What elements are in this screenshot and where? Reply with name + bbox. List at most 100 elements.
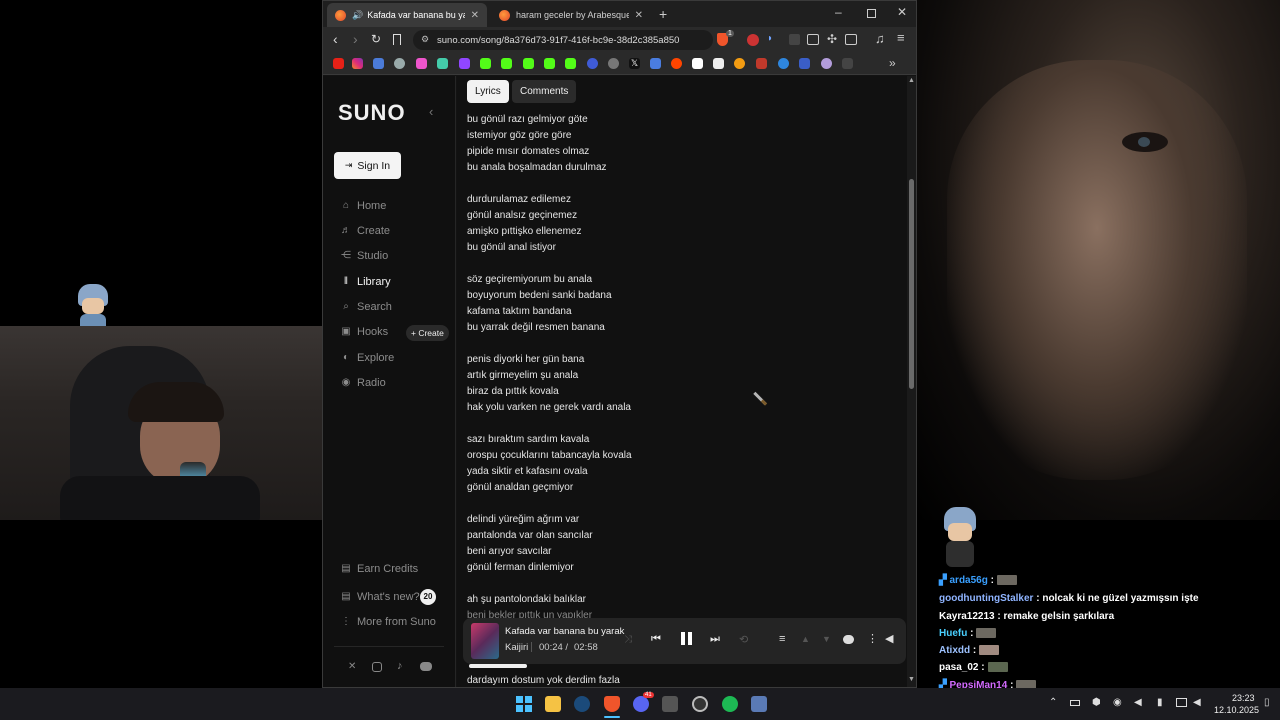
bookmark-icon[interactable]: [821, 58, 832, 69]
kick-bookmark-icon[interactable]: [501, 58, 512, 69]
track-artist[interactable]: Kaijiri: [505, 642, 528, 653]
clock-date[interactable]: 12.10.2025: [1214, 705, 1259, 715]
discord-social-icon[interactable]: [420, 662, 432, 671]
clock-time[interactable]: 23:23: [1232, 693, 1255, 703]
bookmark-icon[interactable]: [437, 58, 448, 69]
sidebar-icon[interactable]: [845, 34, 857, 45]
repeat-icon[interactable]: ⟲: [739, 633, 748, 646]
extensions-puzzle-icon[interactable]: ✣: [827, 32, 837, 46]
bookmark-icon[interactable]: [416, 58, 427, 69]
tray-battery-icon[interactable]: [1070, 700, 1080, 706]
amazon-bookmark-icon[interactable]: [713, 58, 724, 69]
brave-browser-icon[interactable]: [604, 696, 620, 712]
sidebar-item-create[interactable]: ♬ Create: [341, 225, 390, 237]
kick-bookmark-icon[interactable]: [480, 58, 491, 69]
volume-icon[interactable]: ◀: [885, 632, 893, 645]
tray-microphone-icon[interactable]: ▮: [1157, 697, 1163, 708]
whats-new-link[interactable]: ▤ What's new?: [341, 591, 419, 603]
sidebar-item-studio[interactable]: ⋲ Studio: [341, 250, 388, 262]
bookmark-icon[interactable]: [756, 58, 767, 69]
tray-app-icon[interactable]: ⬢: [1092, 697, 1101, 708]
bookmark-icon[interactable]: [373, 58, 384, 69]
twitch-bookmark-icon[interactable]: [459, 58, 470, 69]
scroll-down-icon[interactable]: ▼: [908, 676, 915, 683]
instagram-bookmark-icon[interactable]: [352, 58, 363, 69]
like-icon[interactable]: ▲: [801, 634, 810, 644]
bookmark-icon[interactable]: [608, 58, 619, 69]
shuffle-icon[interactable]: ⤨: [624, 634, 632, 645]
new-tab-icon[interactable]: +: [659, 6, 667, 22]
previous-icon[interactable]: ⏮: [651, 633, 661, 646]
bookmark-icon[interactable]: [650, 58, 661, 69]
album-art[interactable]: [471, 623, 499, 659]
dislike-icon[interactable]: ▼: [822, 634, 831, 644]
kick-bookmark-icon[interactable]: [523, 58, 534, 69]
tray-steam-icon[interactable]: ◉: [1113, 697, 1122, 708]
more-bookmarks-icon[interactable]: »: [889, 56, 896, 70]
url-field[interactable]: ⚙ suno.com/song/8a376d73-91f7-416f-bc9e-…: [413, 30, 713, 50]
comment-icon[interactable]: [843, 635, 854, 644]
pause-icon[interactable]: [681, 632, 693, 645]
menu-icon[interactable]: ≡: [897, 30, 905, 45]
extension-icon[interactable]: [789, 34, 800, 45]
sidebar-item-library[interactable]: ‖ Library: [341, 276, 391, 288]
bookmark-icon[interactable]: [799, 58, 810, 69]
tab-inactive[interactable]: haram geceler by ArabesqueClassica ✕: [491, 3, 651, 27]
bookmark-icon[interactable]: [842, 58, 853, 69]
tray-network-icon[interactable]: [1176, 698, 1187, 707]
sidebar-item-hooks[interactable]: ▣ Hooks: [341, 326, 388, 338]
tiktok-social-icon[interactable]: ♪: [397, 660, 403, 672]
bookmark-icon[interactable]: [587, 58, 598, 69]
more-options-icon[interactable]: ⋮: [867, 632, 878, 645]
audio-extension-icon[interactable]: ◗: [767, 33, 773, 44]
file-explorer-icon[interactable]: [545, 696, 561, 712]
bookmark-icon[interactable]: [565, 58, 576, 69]
close-tab-icon[interactable]: ✕: [465, 10, 479, 21]
suno-logo[interactable]: SUNO: [338, 100, 406, 126]
tab-active[interactable]: 🔊 Kafada var banana bu yarak d ✕: [327, 3, 487, 27]
reddit-bookmark-icon[interactable]: [671, 58, 682, 69]
sidebar-item-explore[interactable]: ◐ Explore: [341, 352, 394, 364]
next-icon[interactable]: ⏭: [710, 633, 720, 646]
discord-icon[interactable]: [633, 696, 649, 712]
maximize-icon[interactable]: [867, 9, 876, 18]
spotify-icon[interactable]: [722, 696, 738, 712]
queue-icon[interactable]: ≡: [779, 633, 785, 645]
sign-in-button[interactable]: ⇥ Sign In: [334, 152, 401, 179]
tray-volume-icon[interactable]: ◀: [1134, 697, 1142, 708]
track-title[interactable]: Kafada var banana bu yarak: [505, 626, 624, 637]
collapse-sidebar-icon[interactable]: ‹: [429, 104, 433, 119]
tab-lyrics[interactable]: Lyrics: [467, 80, 509, 103]
app-icon[interactable]: [662, 696, 678, 712]
sidebar-item-home[interactable]: ⌂ Home: [341, 200, 386, 212]
scrollbar-thumb[interactable]: [909, 179, 914, 389]
media-icon[interactable]: ♫: [875, 31, 885, 46]
bookmark-icon[interactable]: [394, 58, 405, 69]
progress-track[interactable]: [469, 664, 900, 668]
x-bookmark-icon[interactable]: 𝕏: [629, 58, 640, 69]
bookmark-icon[interactable]: [692, 58, 703, 69]
instagram-social-icon[interactable]: [372, 662, 382, 672]
bookmark-icon[interactable]: [778, 58, 789, 69]
earn-credits-link[interactable]: ▤ Earn Credits: [341, 563, 418, 575]
obs-icon[interactable]: [692, 696, 708, 712]
scrollbar[interactable]: ▲ ▼: [907, 76, 916, 687]
tab-comments[interactable]: Comments: [512, 80, 577, 103]
tray-chevron-icon[interactable]: ⌃: [1049, 697, 1057, 708]
start-button-icon[interactable]: [516, 696, 532, 712]
close-tab-icon[interactable]: ✕: [629, 10, 643, 21]
sidebar-item-radio[interactable]: ◉ Radio: [341, 377, 386, 389]
notifications-icon[interactable]: ▯: [1264, 697, 1270, 708]
back-icon[interactable]: ‹: [333, 31, 338, 47]
youtube-bookmark-icon[interactable]: [333, 58, 344, 69]
minimize-icon[interactable]: –: [835, 5, 842, 19]
sidebar-item-search[interactable]: ⌕ Search: [341, 301, 392, 313]
screenshot-icon[interactable]: [807, 34, 819, 45]
bookmark-icon[interactable]: [393, 34, 401, 45]
scroll-up-icon[interactable]: ▲: [908, 77, 915, 84]
tray-sound-icon[interactable]: ◀: [1193, 697, 1201, 708]
bookmark-icon[interactable]: [734, 58, 745, 69]
close-window-icon[interactable]: ✕: [897, 5, 907, 19]
x-social-icon[interactable]: ✕: [348, 661, 356, 672]
bookmark-icon[interactable]: [544, 58, 555, 69]
